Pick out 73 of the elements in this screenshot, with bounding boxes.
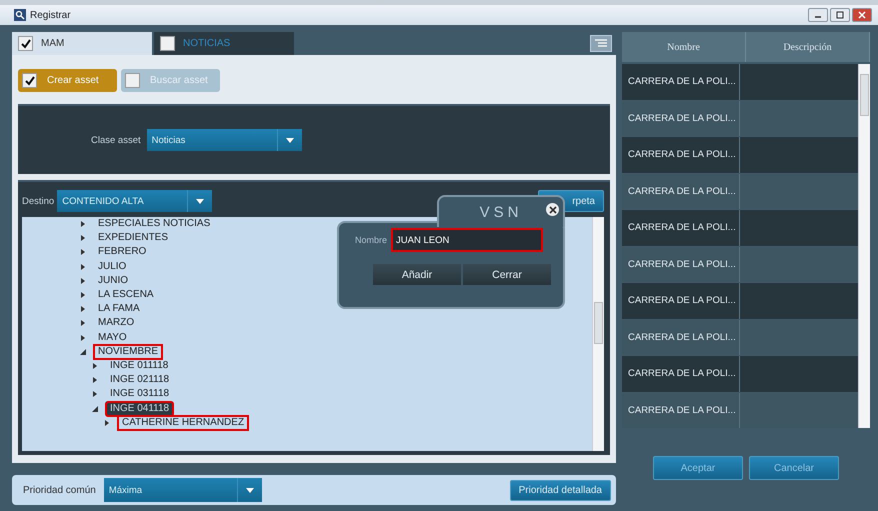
expander-icon[interactable]: [80, 278, 86, 284]
dialog-button[interactable]: Añadir: [373, 264, 461, 285]
tree-item[interactable]: INGE 011118: [105, 358, 174, 374]
dropdown[interactable]: Máxima: [104, 478, 262, 502]
close-icon: [858, 11, 866, 20]
tree-item[interactable]: ESPECIALES NOTICIAS: [93, 217, 216, 232]
expander-icon[interactable]: [80, 235, 86, 242]
table-cell: CARRERA DE LA POLI...: [622, 356, 740, 392]
menu-icon: [595, 39, 607, 48]
tree-item[interactable]: INGE 041118: [105, 400, 174, 417]
caret-icon: [196, 198, 204, 204]
dropdown[interactable]: Noticias: [146, 129, 302, 151]
table-cell: CARRERA DE LA POLI...: [622, 100, 740, 136]
logo: VSN: [480, 204, 522, 220]
maximize-button[interactable]: [830, 8, 850, 22]
expander-icon[interactable]: [92, 377, 98, 384]
close-icon: [548, 206, 556, 214]
expander-icon[interactable]: [80, 292, 86, 298]
field-label: Prioridad común: [23, 484, 96, 496]
detailed-priority-button[interactable]: Prioridad detallada: [510, 480, 611, 500]
checkmark-icon: [20, 38, 32, 50]
minimize-button[interactable]: [808, 8, 828, 22]
close-button[interactable]: [546, 203, 559, 216]
expander-icon[interactable]: [92, 362, 98, 369]
table-cell: CARRERA DE LA POLI...: [622, 320, 740, 355]
tree-item[interactable]: EXPEDIENTES: [93, 230, 174, 246]
tree-item[interactable]: JULIO: [93, 258, 132, 275]
table-cell: CARRERA DE LA POLI...: [622, 246, 740, 282]
expander-icon[interactable]: [80, 306, 86, 312]
tree-item[interactable]: LA FAMA: [93, 301, 145, 318]
tree-item[interactable]: JUNIO: [93, 272, 133, 289]
scrollbar[interactable]: [592, 217, 604, 451]
caret-icon: [246, 488, 254, 492]
column-header[interactable]: Descripción: [746, 32, 870, 62]
expander-icon[interactable]: [92, 406, 98, 412]
tree-item[interactable]: LA ESCENA: [93, 287, 159, 304]
tree-item[interactable]: INGE 021118: [105, 372, 174, 388]
caret-icon: [286, 138, 294, 142]
table-cell: CARRERA DE LA POLI...: [622, 174, 740, 209]
table-cell: CARRERA DE LA POLI...: [622, 392, 740, 428]
tree-item[interactable]: NOVIEMBRE: [93, 344, 164, 360]
table-cell: CARRERA DE LA POLI...: [622, 137, 740, 172]
expander-icon[interactable]: [104, 420, 110, 426]
tree-item[interactable]: CATHERINE HERNANDEZ: [117, 414, 250, 431]
expander-icon[interactable]: [80, 264, 86, 270]
panel-toggle-button[interactable]: [590, 35, 612, 52]
checkmark-icon: [24, 74, 36, 86]
close-button[interactable]: [852, 8, 872, 22]
tree-item[interactable]: MARZO: [93, 315, 140, 332]
tree-item[interactable]: FEBRERO: [93, 244, 152, 260]
expander-icon[interactable]: [80, 320, 86, 326]
tree-item[interactable]: MAYO: [93, 330, 132, 346]
field-label: Nombre: [355, 235, 388, 245]
dialog-button[interactable]: Cerrar: [463, 264, 551, 285]
maximize-icon: [836, 11, 844, 20]
dropdown[interactable]: CONTENIDO ALTA: [57, 190, 212, 212]
expander-icon[interactable]: [80, 221, 86, 228]
field-label: Clase asset: [91, 134, 141, 146]
tab[interactable]: MAM: [12, 32, 152, 55]
table-cell: CARRERA DE LA POLI...: [622, 283, 740, 318]
column-header[interactable]: Nombre: [622, 32, 746, 62]
table-cell: CARRERA DE LA POLI...: [622, 64, 740, 100]
window-title: Registrar: [30, 10, 71, 21]
table-cell: CARRERA DE LA POLI...: [622, 210, 740, 246]
tree-item[interactable]: INGE 031118: [105, 386, 174, 402]
scrollbar[interactable]: [858, 64, 870, 428]
field-label: Destino: [22, 196, 54, 206]
expander-icon[interactable]: [80, 334, 86, 341]
app-icon: [14, 9, 26, 22]
expander-icon[interactable]: [80, 249, 86, 256]
expander-icon[interactable]: [92, 391, 98, 398]
expander-icon[interactable]: [80, 348, 86, 355]
name-field[interactable]: JUAN LEON: [393, 230, 542, 250]
